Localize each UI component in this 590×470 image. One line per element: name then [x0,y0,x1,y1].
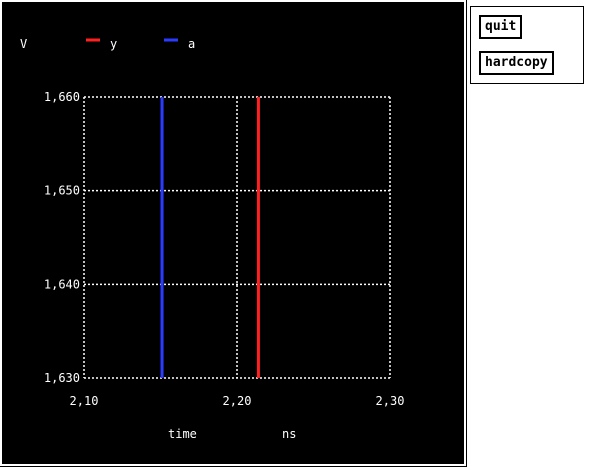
x-tick-label: 2,20 [223,394,252,408]
button-panel: quit hardcopy [470,6,584,84]
chart-legend: ya [86,37,195,51]
plot-window: 1,660 1,650 1,640 1,630 2,10 2,20 2,30 V time … [0,0,467,467]
y-tick-label: 1,630 [44,371,80,385]
y-tick-label: 1,660 [44,90,80,104]
chart-grid: 1,660 1,650 1,640 1,630 2,10 2,20 2,30 [44,90,405,408]
y-tick-label: 1,650 [44,184,80,198]
quit-button[interactable]: quit [479,15,523,39]
x-axis-unit: ns [282,427,296,441]
legend-label-y: y [110,37,117,51]
x-tick-label: 2,30 [376,394,405,408]
legend-label-a: a [188,37,195,51]
chart-series [160,97,260,378]
hardcopy-button[interactable]: hardcopy [479,51,554,75]
x-axis-label: time [168,427,197,441]
chart: 1,6601,6501,6401,6302,10 2,20 2,30 V time … [20,37,405,441]
x-tick-label: 2,10 [70,394,99,408]
y-tick-label: 1,640 [44,277,80,291]
y-axis-label: V [20,37,27,51]
